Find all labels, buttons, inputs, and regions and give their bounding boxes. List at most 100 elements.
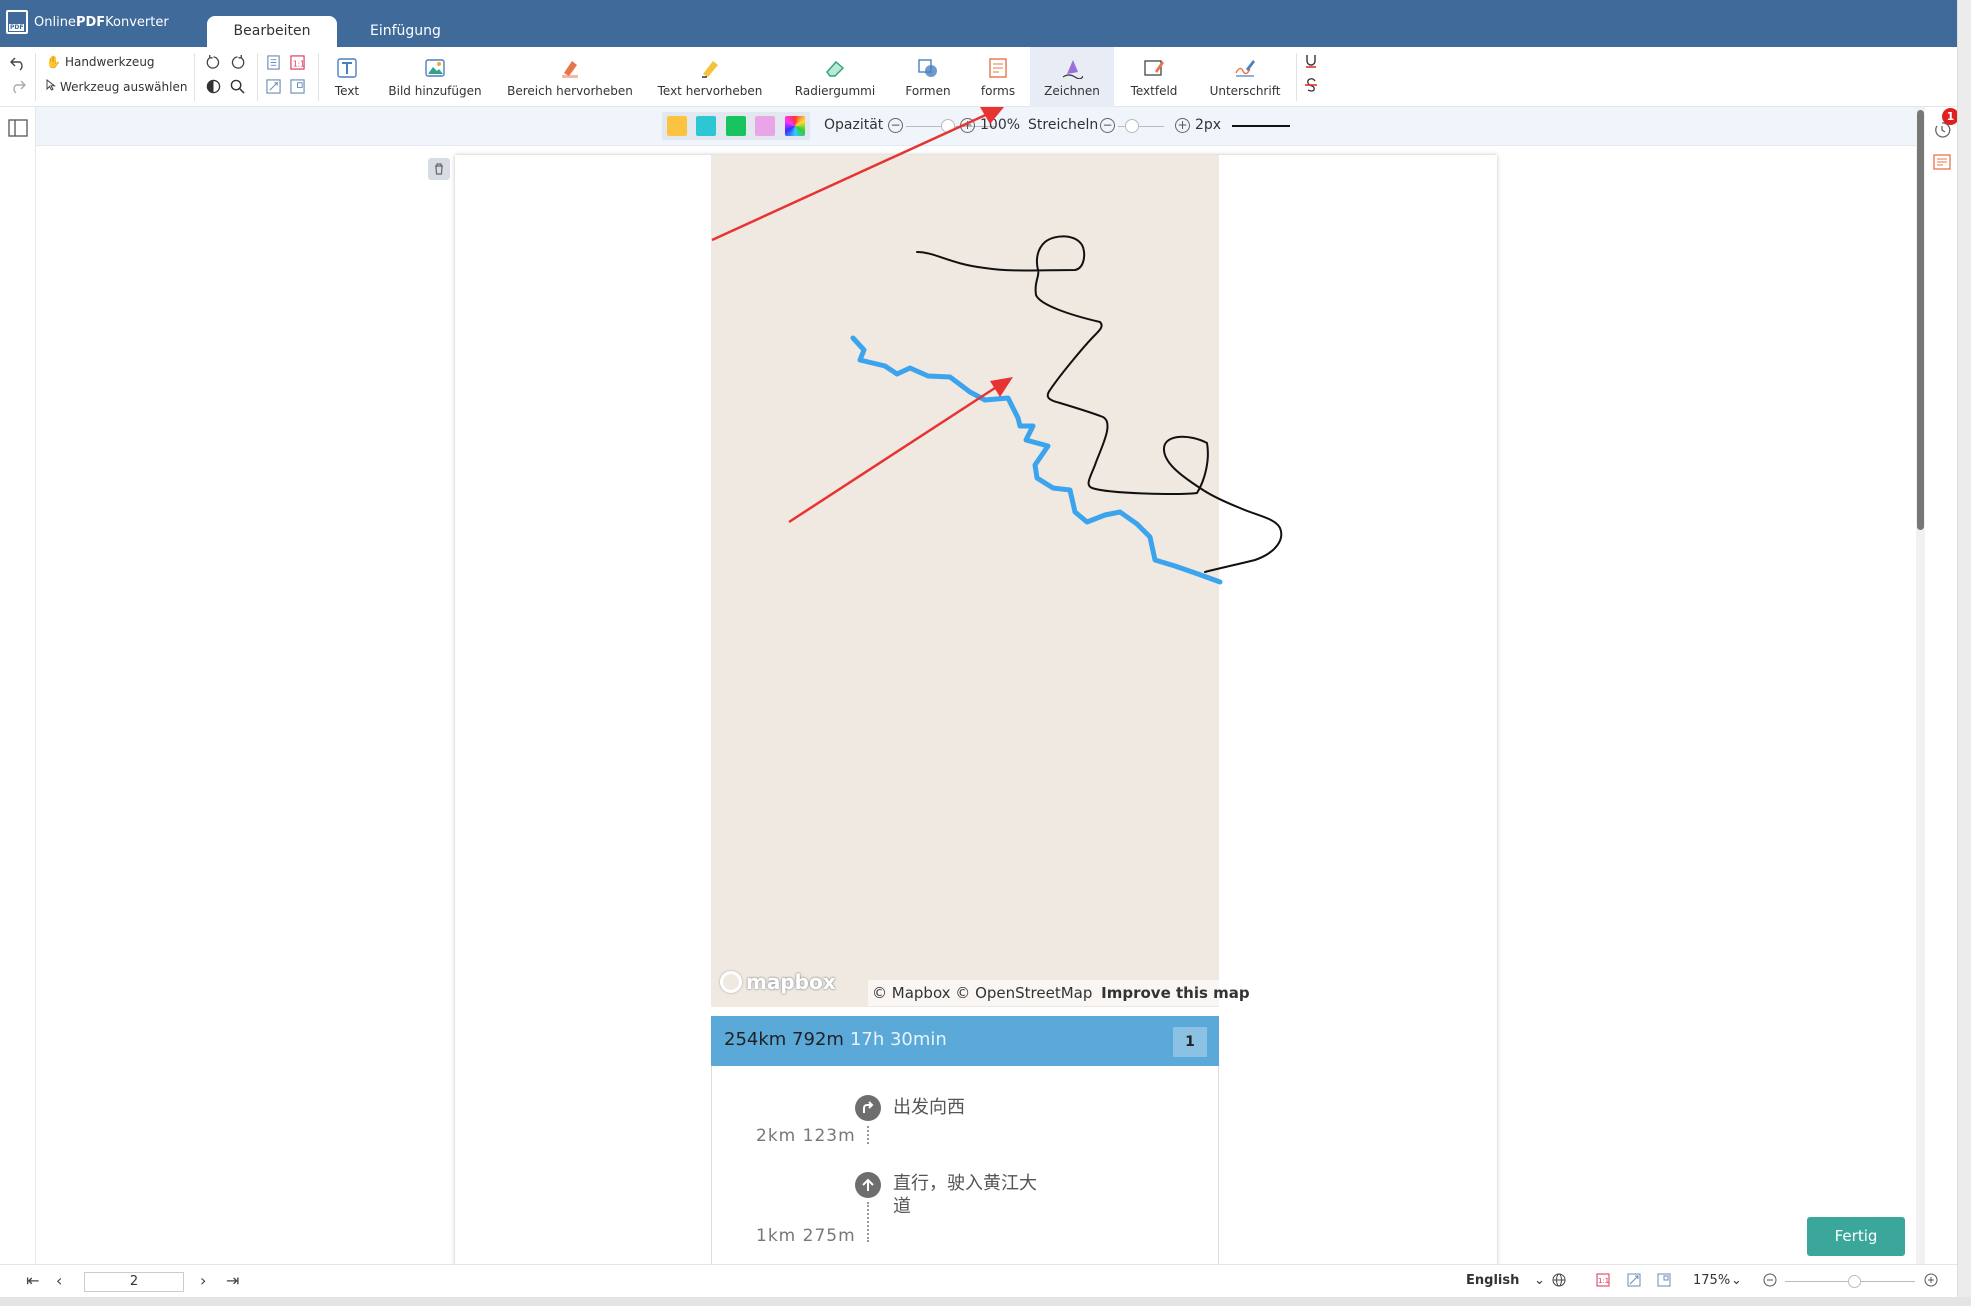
comments-panel-icon[interactable] (1933, 153, 1951, 175)
contrast-icon[interactable] (206, 79, 221, 98)
rotate-left-icon[interactable] (206, 55, 221, 74)
zoom-out-icon[interactable] (1763, 1273, 1777, 1291)
draw-label: Zeichnen (1044, 83, 1100, 98)
toolbar-divider (1296, 53, 1297, 101)
first-page-icon[interactable]: ⇤ (26, 1271, 39, 1290)
area-highlight-icon (559, 57, 581, 79)
opacity-decrease-icon[interactable]: − (888, 118, 903, 133)
eraser-label: Radiergummi (794, 83, 876, 98)
step-instruction-line: 道 (893, 1196, 911, 1217)
route-summary-text: 254km 792m 17h 30min (724, 1029, 947, 1050)
step-instruction: 出发向西 (893, 1097, 965, 1118)
custom-color-icon[interactable] (785, 116, 805, 136)
color-swatch-pink[interactable] (755, 116, 775, 136)
toolbar-divider (318, 53, 319, 101)
color-swatch-green[interactable] (726, 116, 746, 136)
improve-map-link[interactable]: Improve this map (1101, 984, 1249, 1002)
hand-tool-label: Handwerkzeug (64, 55, 155, 69)
delete-drawing-button[interactable] (428, 158, 450, 180)
color-swatch-yellow[interactable] (667, 116, 687, 136)
textfield-button[interactable]: Textfeld (1124, 47, 1184, 107)
draw-icon (1061, 57, 1083, 79)
title-bar: OnlinePDFKonverter Bearbeiten Einfügung (0, 0, 1957, 47)
vertical-scrollbar-thumb[interactable] (1917, 110, 1924, 530)
search-icon[interactable] (230, 79, 245, 98)
zoom-slider-handle[interactable] (1848, 1275, 1861, 1288)
fit-page-icon[interactable] (1627, 1273, 1641, 1291)
text-highlight-button[interactable]: Text hervorheben (650, 47, 770, 107)
shapes-button[interactable]: Formen (898, 47, 958, 107)
trash-icon (435, 163, 443, 175)
language-selector[interactable]: English (1466, 1273, 1519, 1288)
prev-page-icon[interactable]: ‹ (56, 1271, 62, 1290)
step-instruction-line: 直行，驶入黄江大 (893, 1173, 1037, 1194)
chevron-down-icon[interactable]: ⌄ (1534, 1273, 1545, 1288)
main-toolbar: ✋ Handwerkzeug Werkzeug auswählen 1:1 Te… (0, 47, 1957, 107)
opacity-value: 100% (980, 117, 1021, 133)
fit-page-icon[interactable] (266, 79, 281, 98)
stroke-slider-handle[interactable] (1125, 119, 1139, 133)
route-number-badge: 1 (1173, 1027, 1207, 1057)
app-logo: OnlinePDFKonverter (6, 10, 169, 34)
left-sidebar (0, 107, 36, 1264)
signature-icon (1234, 57, 1256, 79)
fit-width-icon[interactable] (1657, 1273, 1671, 1291)
select-tool-button[interactable]: Werkzeug auswählen (46, 78, 188, 94)
textfield-icon (1143, 57, 1165, 79)
stroke-decrease-icon[interactable]: − (1100, 118, 1115, 133)
route-steps: 出发向西 2km 123m 直行，驶入黄江大 道 1km 275m (711, 1066, 1219, 1266)
attribution-text: © Mapbox © OpenStreetMap (872, 984, 1093, 1002)
text-tool-button[interactable]: Text (322, 47, 372, 107)
zoom-dropdown-icon[interactable]: ⌄ (1731, 1273, 1742, 1288)
draw-options-bar: Opazität − + 100% Streicheln − + 2px (36, 107, 1921, 146)
forms-button[interactable]: forms (968, 47, 1028, 107)
select-tool-label: Werkzeug auswählen (60, 79, 188, 94)
toolbar-divider (194, 53, 195, 101)
route-distance: 254km 792m (724, 1029, 844, 1050)
area-highlight-button[interactable]: Bereich hervorheben (500, 47, 640, 107)
mapbox-logo-icon (720, 971, 742, 993)
stroke-increase-icon[interactable]: + (1175, 118, 1190, 133)
shapes-label: Formen (905, 83, 951, 98)
eraser-button[interactable]: Radiergummi (782, 47, 888, 107)
underline-icon[interactable] (1304, 53, 1318, 73)
horizontal-scrollbar[interactable] (0, 1297, 1971, 1306)
tab-bearbeiten[interactable]: Bearbeiten (207, 16, 337, 47)
zoom-in-icon[interactable] (1924, 1273, 1938, 1291)
zoom-level[interactable]: 175% (1693, 1273, 1730, 1288)
actual-size-icon[interactable]: 1:1 (290, 55, 305, 74)
opacity-increase-icon[interactable]: + (960, 118, 975, 133)
step-connector (867, 1202, 869, 1242)
draw-button[interactable]: Zeichnen (1030, 47, 1114, 107)
opacity-slider-handle[interactable] (941, 119, 955, 133)
fit-width-icon[interactable] (290, 79, 305, 98)
strikethrough-icon[interactable] (1304, 77, 1318, 97)
sidebar-toggle-icon[interactable] (8, 119, 28, 141)
step-connector (867, 1126, 869, 1144)
done-button[interactable]: Fertig (1807, 1217, 1905, 1256)
eraser-icon (824, 57, 846, 79)
last-page-icon[interactable]: ⇥ (226, 1271, 239, 1290)
page-number-input[interactable]: 2 (84, 1272, 184, 1292)
undo-icon[interactable] (9, 55, 27, 71)
single-page-icon[interactable] (266, 55, 281, 74)
color-swatch-cyan[interactable] (696, 116, 716, 136)
add-image-button[interactable]: Bild hinzufügen (382, 47, 488, 107)
signature-button[interactable]: Unterschrift (1200, 47, 1290, 107)
next-page-icon[interactable]: › (200, 1271, 206, 1290)
svg-text:1:1: 1:1 (1598, 1277, 1609, 1285)
mapbox-logo: mapbox (720, 970, 836, 994)
tab-einfuegung[interactable]: Einfügung (340, 16, 471, 47)
hand-tool-button[interactable]: ✋ Handwerkzeug (46, 55, 155, 69)
right-sidebar: 1 (1925, 107, 1959, 1264)
actual-size-icon[interactable]: 1:1 (1596, 1273, 1610, 1291)
globe-icon[interactable] (1552, 1273, 1566, 1291)
map-attribution: © Mapbox © OpenStreetMap Improve this ma… (868, 980, 1250, 1006)
toolbar-divider (35, 53, 36, 101)
rotate-right-icon[interactable] (230, 55, 245, 74)
area-highlight-label: Bereich hervorheben (507, 83, 633, 98)
redo-icon[interactable] (9, 78, 27, 94)
textfield-label: Textfeld (1130, 83, 1178, 98)
add-image-label: Bild hinzufügen (388, 83, 482, 98)
stroke-preview-line (1232, 125, 1290, 127)
